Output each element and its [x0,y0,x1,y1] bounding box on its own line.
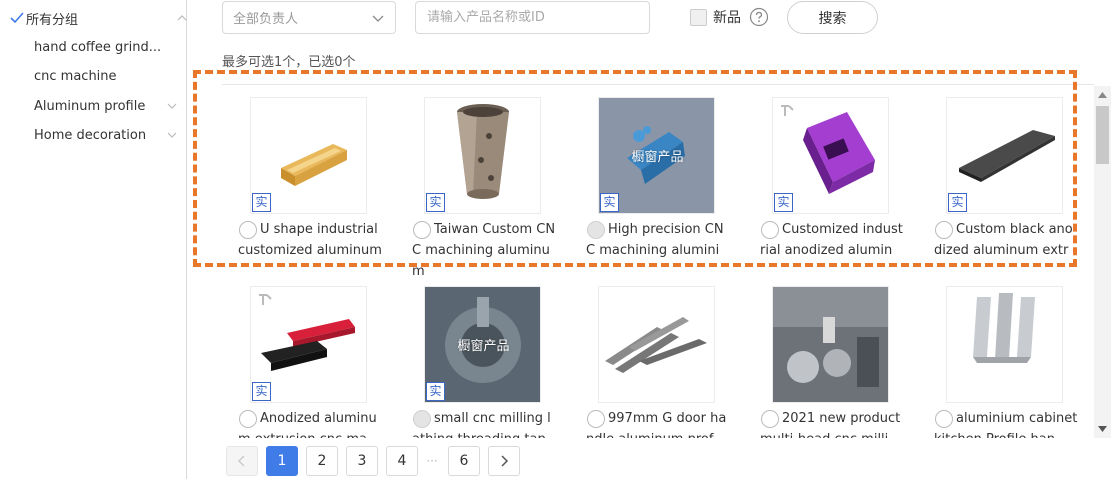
product-name: Anodized aluminum extrusion cnc ma [238,411,377,438]
chevron-right-icon [501,455,509,467]
product-image: 橱窗产品 实 [424,286,541,403]
product-card[interactable]: 2021 new product multi-head cnc milli [756,286,930,438]
next-page-button[interactable] [488,446,520,476]
new-product-checkbox[interactable] [690,8,707,26]
sidebar-item-cnc-machine[interactable]: cnc machine [34,62,186,90]
product-image: 实 [250,286,367,403]
sidebar-item-all-groups[interactable]: 所有分组 [10,4,188,32]
page-button[interactable]: 1 [266,446,298,476]
sidebar-item-label: Aluminum profile [34,98,146,114]
sidebar-item-hand-coffee-grinder[interactable]: hand coffee grind... [34,33,186,61]
page-button[interactable]: 6 [448,446,480,476]
page-button[interactable]: 4 [386,446,418,476]
scrollbar-thumb[interactable] [1096,106,1109,164]
chevron-up-icon[interactable] [176,12,188,24]
check-icon [10,12,24,24]
chevron-down-icon[interactable] [166,129,178,141]
product-card[interactable]: aluminium cabinet kitchen Profile han [930,286,1094,438]
scroll-down-icon[interactable] [1098,426,1107,432]
scroll-up-icon[interactable] [1098,92,1107,98]
page-button[interactable]: 3 [346,446,378,476]
selection-info: 最多可选1个，已选0个 [222,55,356,70]
sidebar-item-aluminum-profile[interactable]: Aluminum profile [34,92,186,120]
product-image [946,286,1063,403]
product-name: aluminium cabinet kitchen Profile han [934,411,1078,438]
page-button[interactable]: 2 [306,446,338,476]
category-sidebar: 所有分组 hand coffee grind... cnc machine Al… [0,0,187,479]
chevron-down-icon[interactable] [166,100,178,112]
product-card[interactable]: 橱窗产品 实 small cnc milling lathing threadi… [408,286,582,438]
sidebar-item-label: 所有分组 [26,12,79,28]
product-image [598,286,715,403]
product-name: 997mm G door handle aluminum prof [586,411,727,438]
window-product-label: 橱窗产品 [457,339,510,354]
owner-select[interactable]: 全部负责人 [222,1,396,34]
sidebar-item-label: hand coffee grind... [34,39,162,55]
product-card[interactable]: 实 Anodized aluminum extrusion cnc ma [234,286,408,438]
sidebar-item-label: Home decoration [34,127,147,143]
chevron-left-icon [237,455,245,467]
new-product-filter: 新品 [690,6,769,28]
prev-page-button[interactable] [226,446,258,476]
search-button[interactable]: 搜索 [787,1,878,34]
product-card[interactable]: 997mm G door handle aluminum prof [582,286,756,438]
product-search-input[interactable] [415,1,650,34]
product-name: small cnc milling lathing threading tap [412,411,551,438]
pagination: 1 2 3 4 ··· 6 [226,446,528,476]
physical-badge: 实 [426,382,445,401]
highlight-annotation [193,70,1077,267]
pagination-ellipsis: ··· [426,454,438,468]
physical-badge: 实 [252,382,271,401]
product-image [772,286,889,403]
help-icon[interactable] [749,7,769,27]
sidebar-item-label: cnc machine [34,68,117,84]
vertical-scrollbar[interactable] [1094,86,1111,438]
sidebar-item-home-decoration[interactable]: Home decoration [34,121,186,149]
owner-select-value: 全部负责人 [233,12,299,27]
chevron-down-icon [372,15,384,22]
product-name: 2021 new product multi-head cnc milli [760,411,901,438]
new-product-label: 新品 [713,10,741,26]
